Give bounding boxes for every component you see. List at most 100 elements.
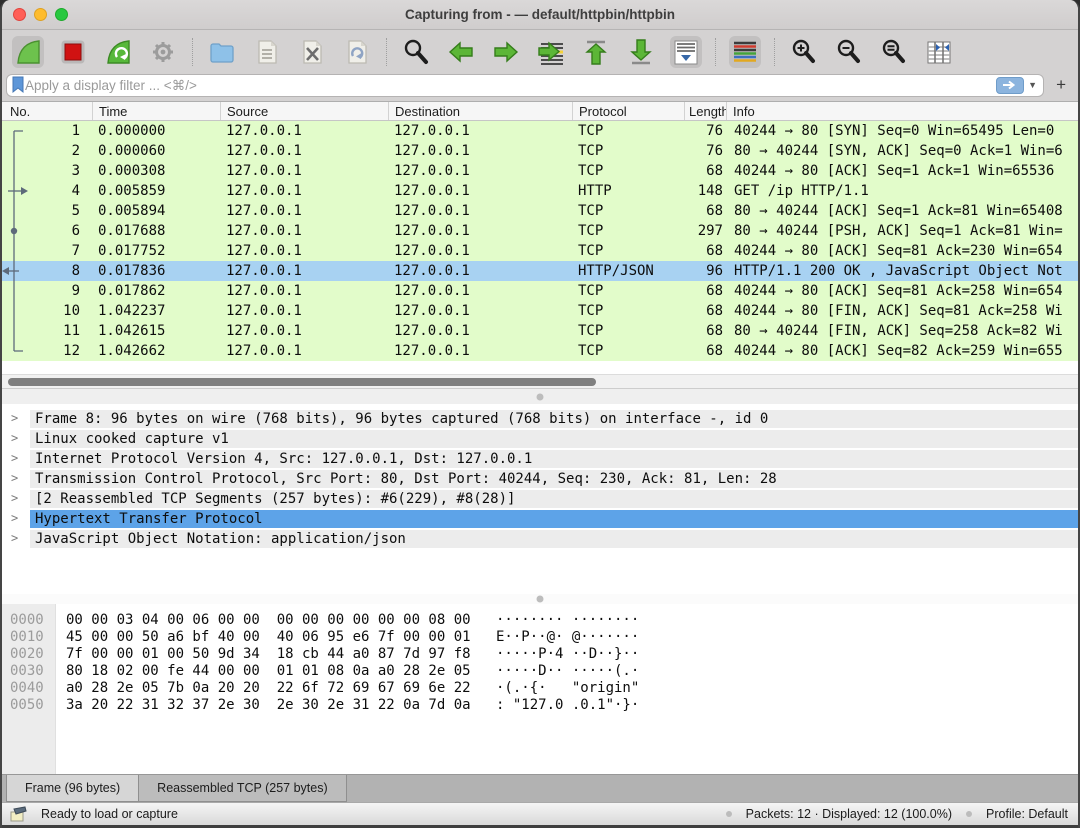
cell-destination: 127.0.0.1	[388, 163, 572, 179]
display-filter-box[interactable]: ▼	[6, 74, 1044, 97]
cell-info: 80 → 40244 [ACK] Seq=1 Ack=81 Win=65408	[726, 203, 1078, 219]
expand-chevron-icon[interactable]: >	[11, 451, 18, 465]
detail-row-3[interactable]: >Internet Protocol Version 4, Src: 127.0…	[2, 450, 1078, 470]
hex-row-0040[interactable]: 0040a0 28 2e 05 7b 0a 20 20 22 6f 72 69 …	[2, 680, 1078, 697]
column-header-destination[interactable]: Destination	[388, 102, 572, 120]
splitter-handle-icon[interactable]	[537, 596, 544, 603]
expand-chevron-icon[interactable]: >	[11, 431, 18, 445]
add-filter-button[interactable]: +	[1050, 75, 1072, 95]
packet-row-11[interactable]: 111.042615127.0.0.1127.0.0.1TCP6880 → 40…	[2, 321, 1078, 341]
column-header-no[interactable]: No.	[2, 102, 92, 120]
last-packet-icon[interactable]	[625, 36, 657, 68]
cell-info: 40244 → 80 [SYN] Seq=0 Win=65495 Len=0	[726, 123, 1078, 139]
hex-row-0030[interactable]: 003080 18 02 00 fe 44 00 00 01 01 08 0a …	[2, 663, 1078, 680]
detail-row-6[interactable]: > Hypertext Transfer Protocol	[2, 510, 1078, 530]
capture-file-properties-icon[interactable]	[10, 806, 27, 823]
cell-destination: 127.0.0.1	[388, 243, 572, 259]
filter-bookmark-icon[interactable]	[11, 76, 25, 94]
start-capture-icon[interactable]	[12, 36, 44, 68]
pane-splitter[interactable]	[2, 594, 1078, 604]
cell-length: 148	[684, 183, 726, 199]
bytes-tab[interactable]: Reassembled TCP (257 bytes)	[139, 775, 346, 802]
cell-no: 1	[2, 123, 92, 139]
zoom-in-icon[interactable]	[788, 36, 820, 68]
hex-bytes: 80 18 02 00 fe 44 00 00 01 01 08 0a a0 2…	[56, 663, 496, 680]
bytes-tab[interactable]: Frame (96 bytes)	[6, 775, 139, 802]
restart-capture-icon[interactable]	[102, 36, 134, 68]
cell-no: 5	[2, 203, 92, 219]
zoom-out-icon[interactable]	[833, 36, 865, 68]
expand-chevron-icon[interactable]: >	[11, 511, 18, 525]
find-packet-icon[interactable]	[400, 36, 432, 68]
display-filter-input[interactable]	[25, 78, 996, 93]
reload-file-icon[interactable]	[341, 36, 373, 68]
open-file-folder-icon[interactable]	[206, 36, 238, 68]
bytes-tab-bar: Frame (96 bytes)Reassembled TCP (257 byt…	[2, 774, 1078, 802]
cell-time: 0.000060	[92, 143, 220, 159]
column-header-time[interactable]: Time	[92, 102, 220, 120]
pane-splitter[interactable]	[2, 388, 1078, 404]
cell-no: 11	[2, 323, 92, 339]
packet-row-3[interactable]: 30.000308127.0.0.1127.0.0.1TCP6840244 → …	[2, 161, 1078, 181]
column-header-length[interactable]: Length	[684, 102, 726, 120]
cell-info: 40244 → 80 [FIN, ACK] Seq=81 Ack=258 Wi	[726, 303, 1078, 319]
hex-row-0050[interactable]: 00503a 20 22 31 32 37 2e 30 2e 30 2e 31 …	[2, 697, 1078, 714]
detail-row-2[interactable]: > Linux cooked capture v1	[2, 430, 1078, 450]
expand-chevron-icon[interactable]: >	[11, 531, 18, 545]
hex-row-0010[interactable]: 001045 00 00 50 a6 bf 40 00 40 06 95 e6 …	[2, 629, 1078, 646]
detail-text: Hypertext Transfer Protocol	[30, 510, 1078, 528]
first-packet-icon[interactable]	[580, 36, 612, 68]
cell-no: 3	[2, 163, 92, 179]
cell-info: 80 → 40244 [SYN, ACK] Seq=0 Ack=1 Win=6	[726, 143, 1078, 159]
packet-row-9[interactable]: 90.017862127.0.0.1127.0.0.1TCP6840244 → …	[2, 281, 1078, 301]
column-header-source[interactable]: Source	[220, 102, 388, 120]
close-window-icon[interactable]	[13, 8, 26, 21]
cell-info: 40244 → 80 [ACK] Seq=1 Ack=1 Win=65536	[726, 163, 1078, 179]
packet-row-6[interactable]: 60.017688127.0.0.1127.0.0.1TCP29780 → 40…	[2, 221, 1078, 241]
cell-time: 0.017752	[92, 243, 220, 259]
previous-packet-icon[interactable]	[445, 36, 477, 68]
zoom-reset-icon[interactable]	[878, 36, 910, 68]
detail-text: Linux cooked capture v1	[30, 430, 1078, 448]
expand-chevron-icon[interactable]: >	[11, 491, 18, 505]
resize-columns-icon[interactable]	[923, 36, 955, 68]
packet-row-12[interactable]: 121.042662127.0.0.1127.0.0.1TCP6840244 →…	[2, 341, 1078, 361]
cell-no: 9	[2, 283, 92, 299]
packet-row-1[interactable]: 10.000000127.0.0.1127.0.0.1TCP7640244 → …	[2, 121, 1078, 141]
column-header-protocol[interactable]: Protocol	[572, 102, 684, 120]
go-to-packet-icon[interactable]	[535, 36, 567, 68]
cell-info: GET /ip HTTP/1.1	[726, 183, 1078, 199]
splitter-handle-icon[interactable]	[537, 393, 544, 400]
cell-protocol: TCP	[572, 323, 684, 339]
apply-filter-button[interactable]	[996, 77, 1024, 94]
detail-text: JavaScript Object Notation: application/…	[30, 530, 1078, 548]
column-header-info[interactable]: Info	[726, 102, 1078, 120]
minimize-window-icon[interactable]	[34, 8, 47, 21]
hex-row-0000[interactable]: 000000 00 03 04 00 06 00 00 00 00 00 00 …	[2, 612, 1078, 629]
expand-chevron-icon[interactable]: >	[11, 411, 18, 425]
stop-capture-icon[interactable]	[57, 36, 89, 68]
auto-scroll-icon[interactable]	[670, 36, 702, 68]
packet-row-8[interactable]: 80.017836127.0.0.1127.0.0.1HTTP/JSON96HT…	[2, 261, 1078, 281]
detail-row-4[interactable]: >Transmission Control Protocol, Src Port…	[2, 470, 1078, 490]
packet-row-5[interactable]: 50.005894127.0.0.1127.0.0.1TCP6880 → 402…	[2, 201, 1078, 221]
capture-options-gear-icon[interactable]	[147, 36, 179, 68]
packet-row-2[interactable]: 20.000060127.0.0.1127.0.0.1TCP7680 → 402…	[2, 141, 1078, 161]
detail-row-5[interactable]: >[2 Reassembled TCP Segments (257 bytes)…	[2, 490, 1078, 510]
next-packet-icon[interactable]	[490, 36, 522, 68]
detail-row-7[interactable]: > JavaScript Object Notation: application…	[2, 530, 1078, 550]
filter-dropdown-caret-icon[interactable]: ▼	[1028, 80, 1037, 90]
horizontal-scrollbar[interactable]	[2, 374, 1078, 388]
hex-row-0020[interactable]: 00207f 00 00 01 00 50 9d 34 18 cb 44 a0 …	[2, 646, 1078, 663]
packet-row-4[interactable]: 40.005859127.0.0.1127.0.0.1HTTP148GET /i…	[2, 181, 1078, 201]
packet-row-7[interactable]: 70.017752127.0.0.1127.0.0.1TCP6840244 → …	[2, 241, 1078, 261]
colorize-packets-icon[interactable]	[729, 36, 761, 68]
packet-row-10[interactable]: 101.042237127.0.0.1127.0.0.1TCP6840244 →…	[2, 301, 1078, 321]
zoom-window-icon[interactable]	[55, 8, 68, 21]
save-file-icon[interactable]	[251, 36, 283, 68]
horizontal-scrollbar-thumb[interactable]	[8, 378, 596, 386]
detail-row-1[interactable]: >Frame 8: 96 bytes on wire (768 bits), 9…	[2, 410, 1078, 430]
cell-source: 127.0.0.1	[220, 243, 388, 259]
expand-chevron-icon[interactable]: >	[11, 471, 18, 485]
close-file-icon[interactable]	[296, 36, 328, 68]
